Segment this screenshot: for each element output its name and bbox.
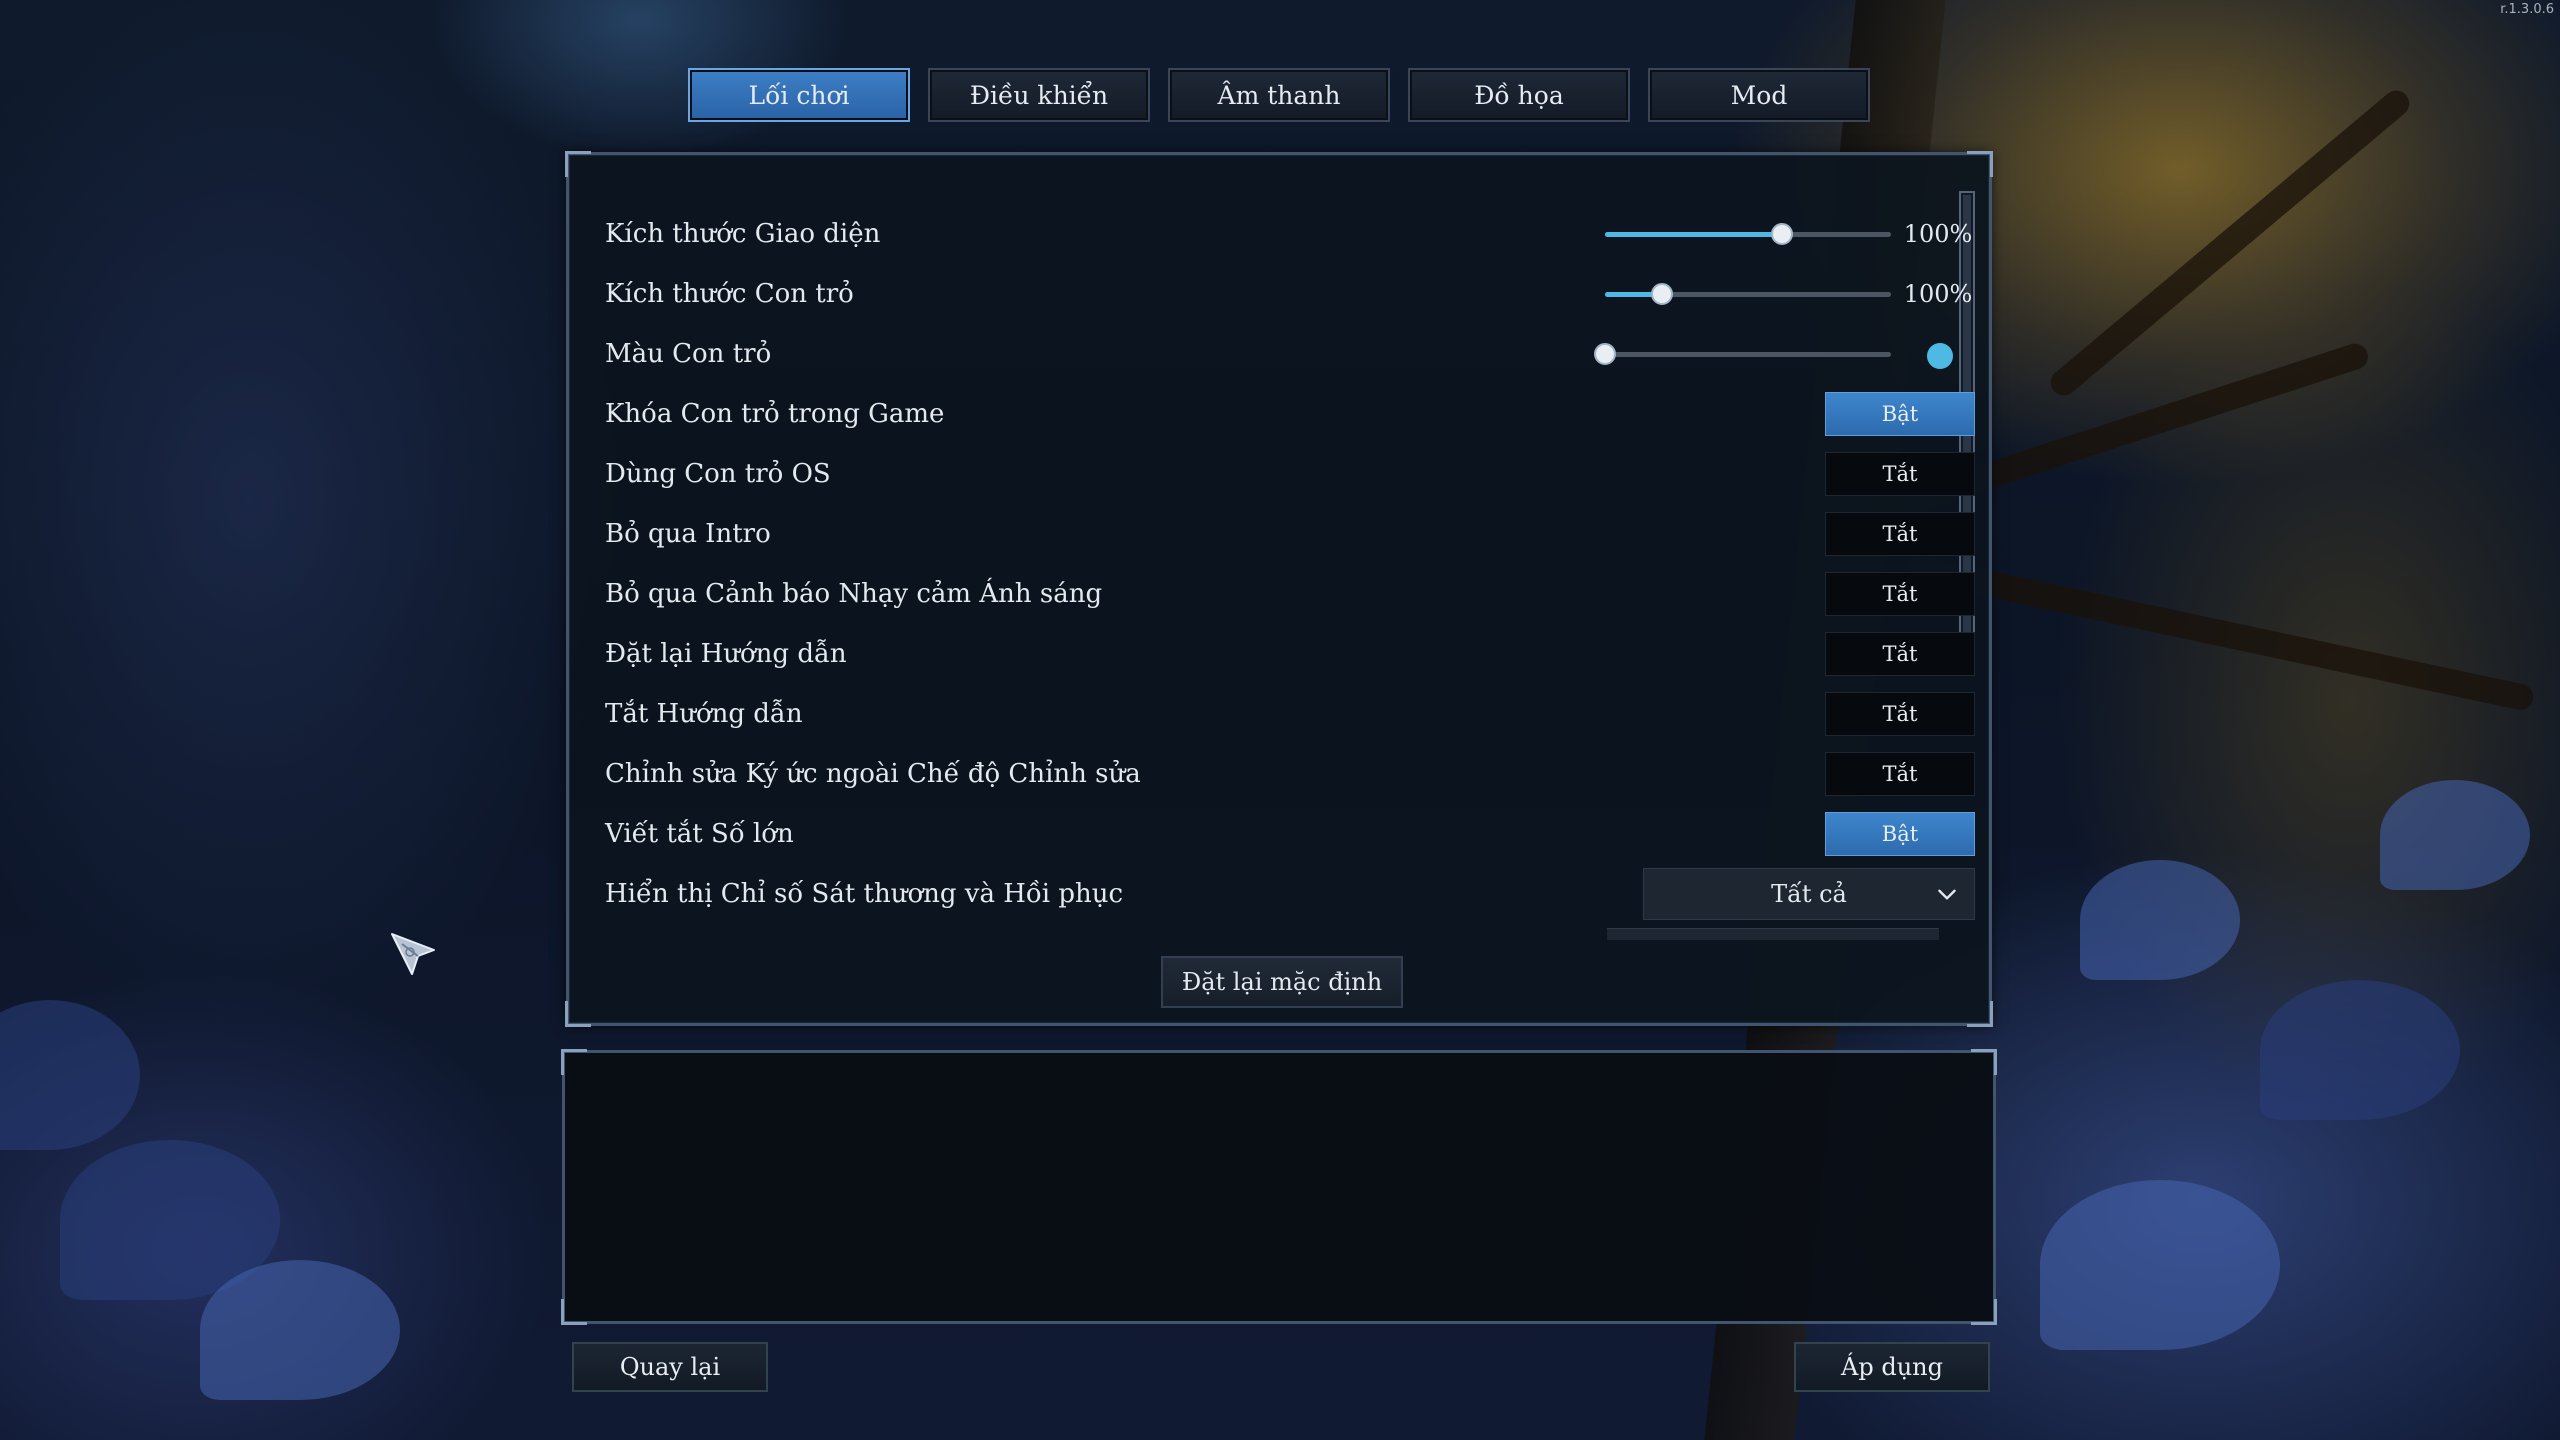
panel-corner-ornament <box>565 151 591 177</box>
panel-corner-ornament <box>561 1049 587 1075</box>
edit-memories-toggle[interactable]: Tắt <box>1825 752 1975 796</box>
os-cursor-toggle[interactable]: Tắt <box>1825 452 1975 496</box>
slider-handle[interactable] <box>1594 343 1616 365</box>
background-leaf <box>2080 860 2240 980</box>
lock-cursor-toggle[interactable]: Bật <box>1825 392 1975 436</box>
skip-intro-toggle[interactable]: Tắt <box>1825 512 1975 556</box>
slider-fill <box>1605 232 1783 237</box>
setting-label: Chỉnh sửa Ký ức ngoài Chế độ Chỉnh sửa <box>605 759 1141 789</box>
setting-row-abbreviate-numbers: Viết tắt Số lớn Bật <box>605 804 1975 864</box>
apply-button[interactable]: Áp dụng <box>1794 1342 1990 1392</box>
panel-corner-ornament <box>1971 1049 1997 1075</box>
setting-row-cursor-size: Kích thước Con trỏ 100% <box>605 264 1972 324</box>
next-setting-partial <box>1607 928 1939 940</box>
abbreviate-numbers-toggle[interactable]: Bật <box>1825 812 1975 856</box>
damage-numbers-dropdown[interactable]: Tất cả <box>1643 868 1975 920</box>
description-panel <box>561 1049 1997 1325</box>
tab-controls[interactable]: Điều khiển <box>928 68 1150 122</box>
cursor-color-swatch <box>1927 343 1953 369</box>
setting-label: Bỏ qua Intro <box>605 519 771 549</box>
tab-gameplay[interactable]: Lối chơi <box>688 68 910 122</box>
back-button[interactable]: Quay lại <box>572 1342 768 1392</box>
setting-label: Tắt Hướng dẫn <box>605 699 803 729</box>
tab-graphics[interactable]: Đồ họa <box>1408 68 1630 122</box>
background-leaf <box>2040 1180 2280 1350</box>
setting-row-os-cursor: Dùng Con trỏ OS Tắt <box>605 444 1975 504</box>
setting-label: Viết tắt Số lớn <box>605 819 794 849</box>
settings-tabs: Lối chơi Điều khiển Âm thanh Đồ họa Mod <box>688 68 1870 122</box>
panel-corner-ornament <box>565 1001 591 1027</box>
background-leaf <box>200 1260 400 1400</box>
settings-panel: Kích thước Giao diện 100% Kích thước Con… <box>565 151 1993 1027</box>
chevron-down-icon <box>1938 889 1956 900</box>
cursor-color-slider[interactable] <box>1594 343 1891 365</box>
ui-scale-slider[interactable] <box>1605 223 1891 245</box>
version-label: r.1.3.0.6 <box>2500 2 2554 17</box>
setting-row-skip-intro: Bỏ qua Intro Tắt <box>605 504 1975 564</box>
cursor-size-slider[interactable] <box>1605 283 1891 305</box>
ui-scale-value: 100% <box>1903 220 1973 248</box>
disable-tutorial-toggle[interactable]: Tắt <box>1825 692 1975 736</box>
reset-tutorial-toggle[interactable]: Tắt <box>1825 632 1975 676</box>
background-branch <box>2045 85 2415 401</box>
panel-corner-ornament <box>1967 1001 1993 1027</box>
setting-row-edit-memories: Chỉnh sửa Ký ức ngoài Chế độ Chỉnh sửa T… <box>605 744 1975 804</box>
setting-row-damage-numbers: Hiển thị Chỉ số Sát thương và Hồi phục T… <box>605 864 1975 924</box>
panel-corner-ornament <box>1967 151 1993 177</box>
tab-mod[interactable]: Mod <box>1648 68 1870 122</box>
setting-row-ui-scale: Kích thước Giao diện 100% <box>605 204 1972 264</box>
dropdown-selected-value: Tất cả <box>1771 880 1847 908</box>
cursor-size-value: 100% <box>1903 280 1973 308</box>
setting-row-skip-photo-warning: Bỏ qua Cảnh báo Nhạy cảm Ánh sáng Tắt <box>605 564 1975 624</box>
mouse-cursor-icon <box>391 933 435 975</box>
background-leaf <box>2380 780 2530 890</box>
setting-row-disable-tutorial: Tắt Hướng dẫn Tắt <box>605 684 1975 744</box>
setting-label: Đặt lại Hướng dẫn <box>605 639 847 669</box>
background-leaf <box>0 1000 140 1150</box>
setting-label: Bỏ qua Cảnh báo Nhạy cảm Ánh sáng <box>605 579 1103 609</box>
setting-row-cursor-color: Màu Con trỏ <box>605 324 1953 384</box>
skip-photo-warning-toggle[interactable]: Tắt <box>1825 572 1975 616</box>
background-leaf <box>60 1140 280 1300</box>
reset-defaults-button[interactable]: Đặt lại mặc định <box>1161 956 1403 1008</box>
tab-audio[interactable]: Âm thanh <box>1168 68 1390 122</box>
setting-label: Dùng Con trỏ OS <box>605 459 831 489</box>
setting-row-lock-cursor: Khóa Con trỏ trong Game Bật <box>605 384 1975 444</box>
setting-row-reset-tutorial: Đặt lại Hướng dẫn Tắt <box>605 624 1975 684</box>
panel-corner-ornament <box>1971 1299 1997 1325</box>
background-leaf <box>2260 980 2460 1120</box>
setting-label: Khóa Con trỏ trong Game <box>605 399 945 429</box>
panel-corner-ornament <box>561 1299 587 1325</box>
background-branch <box>1904 553 2536 713</box>
